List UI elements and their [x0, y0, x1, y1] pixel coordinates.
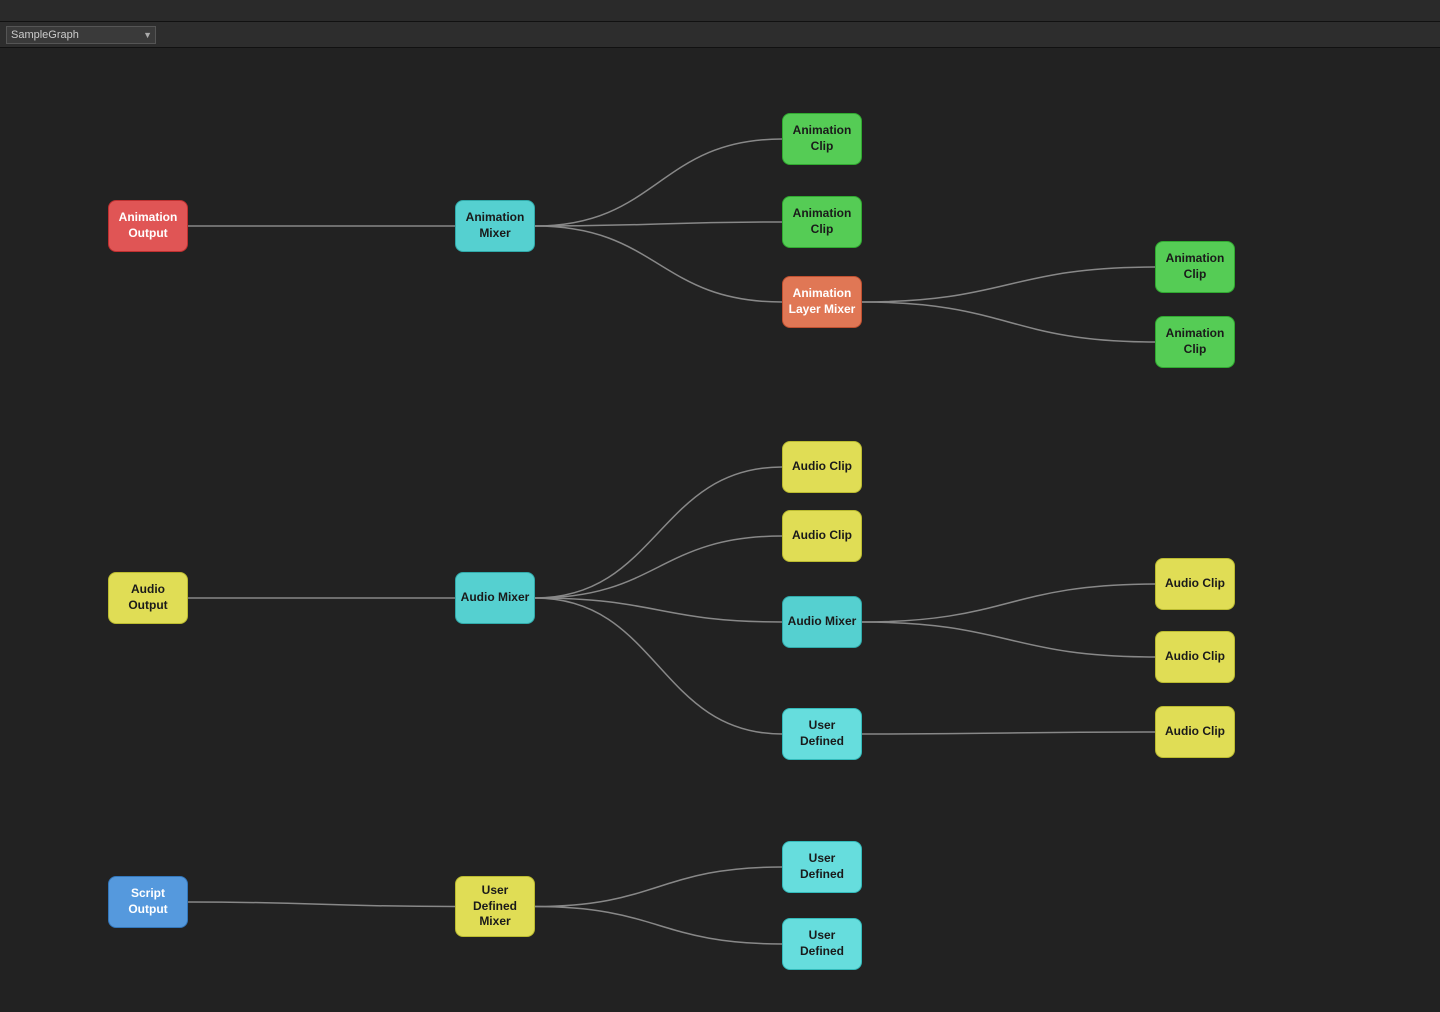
node-script-output[interactable]: Script Output	[108, 876, 188, 928]
node-user-defined-2[interactable]: User Defined	[782, 841, 862, 893]
graph-dropdown[interactable]: SampleGraph	[6, 26, 156, 44]
connection-audio-mixer-1-audio-clip-2	[535, 536, 782, 598]
node-anim-layer-mixer[interactable]: Animation Layer Mixer	[782, 276, 862, 328]
connection-audio-mixer-1-user-defined-1	[535, 598, 782, 734]
node-audio-clip-5[interactable]: Audio Clip	[1155, 706, 1235, 758]
graph-selector-wrap[interactable]: SampleGraph ▼	[6, 25, 156, 44]
connection-user-defined-1-audio-clip-5	[862, 732, 1155, 734]
connection-anim-mixer-anim-clip-2	[535, 222, 782, 226]
node-anim-clip-4[interactable]: Animation Clip	[1155, 316, 1235, 368]
node-user-defined-3[interactable]: User Defined	[782, 918, 862, 970]
node-anim-clip-2[interactable]: Animation Clip	[782, 196, 862, 248]
toolbar: SampleGraph ▼	[0, 22, 1440, 48]
node-user-defined-mixer[interactable]: User Defined Mixer	[455, 876, 535, 937]
connection-user-defined-mixer-user-defined-2	[535, 867, 782, 907]
node-audio-clip-1[interactable]: Audio Clip	[782, 441, 862, 493]
node-audio-clip-3[interactable]: Audio Clip	[1155, 558, 1235, 610]
connection-audio-mixer-2-audio-clip-4	[862, 622, 1155, 657]
connection-user-defined-mixer-user-defined-3	[535, 907, 782, 945]
connection-anim-layer-mixer-anim-clip-3	[862, 267, 1155, 302]
connection-anim-mixer-anim-clip-1	[535, 139, 782, 226]
node-user-defined-1[interactable]: User Defined	[782, 708, 862, 760]
connection-script-output-user-defined-mixer	[188, 902, 455, 907]
connection-audio-mixer-1-audio-mixer-2	[535, 598, 782, 622]
node-audio-clip-2[interactable]: Audio Clip	[782, 510, 862, 562]
node-audio-clip-4[interactable]: Audio Clip	[1155, 631, 1235, 683]
node-anim-mixer[interactable]: Animation Mixer	[455, 200, 535, 252]
node-audio-mixer-2[interactable]: Audio Mixer	[782, 596, 862, 648]
connections-svg	[0, 48, 1440, 1012]
node-audio-mixer-1[interactable]: Audio Mixer	[455, 572, 535, 624]
connection-audio-mixer-2-audio-clip-3	[862, 584, 1155, 622]
connection-anim-mixer-anim-layer-mixer	[535, 226, 782, 302]
connection-audio-mixer-1-audio-clip-1	[535, 467, 782, 598]
node-audio-output[interactable]: Audio Output	[108, 572, 188, 624]
canvas: Animation Output Animation Mixer Animation…	[0, 48, 1440, 1012]
node-anim-output[interactable]: Animation Output	[108, 200, 188, 252]
title-bar	[0, 0, 1440, 22]
node-anim-clip-3[interactable]: Animation Clip	[1155, 241, 1235, 293]
connection-anim-layer-mixer-anim-clip-4	[862, 302, 1155, 342]
node-anim-clip-1[interactable]: Animation Clip	[782, 113, 862, 165]
